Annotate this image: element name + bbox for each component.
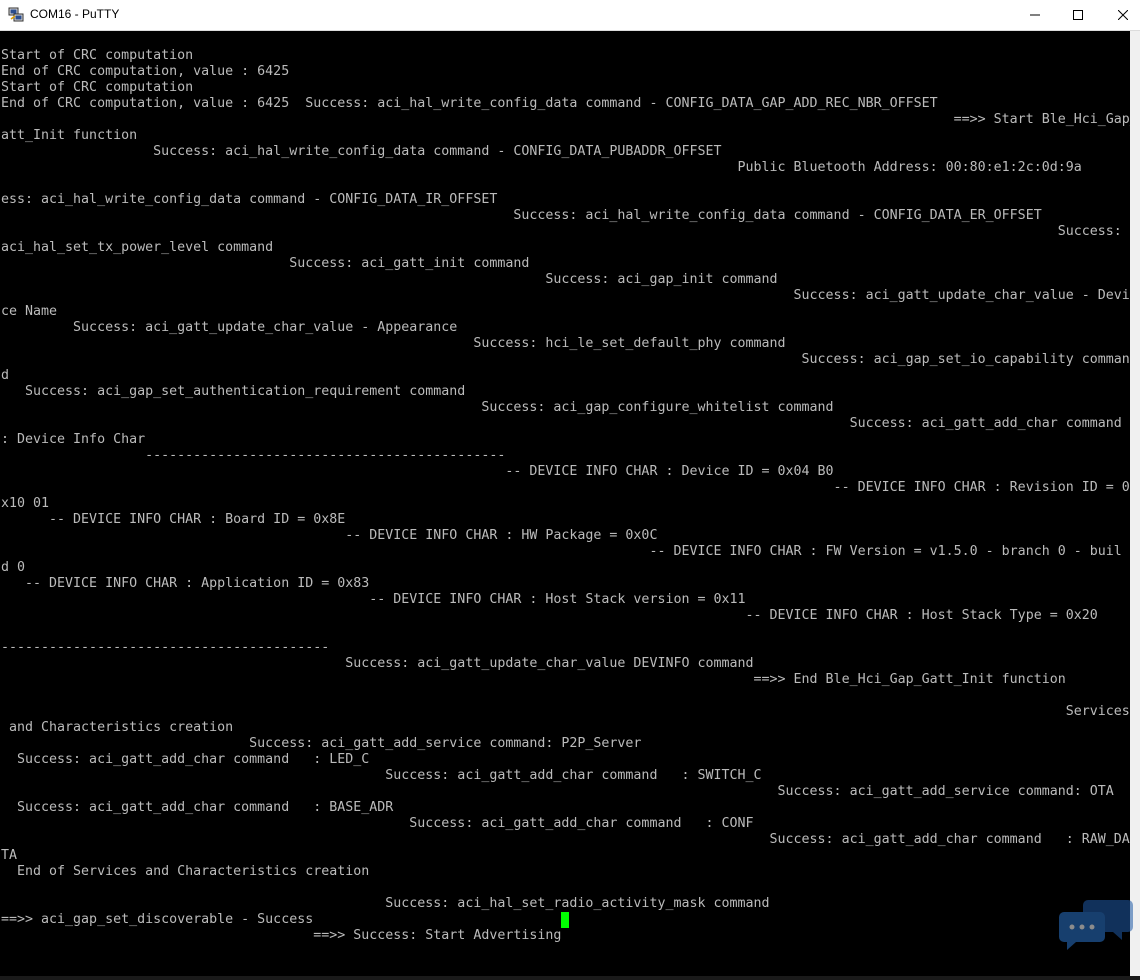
terminal-line: End of CRC computation, value : 6425 Suc… — [1, 96, 938, 111]
terminal-line: Success: aci_gatt_add_char command : CON… — [1, 816, 754, 831]
terminal-line: Success: hci_le_set_default_phy command — [1, 336, 786, 351]
terminal-output[interactable]: Start of CRC computation End of CRC compu… — [0, 31, 1130, 976]
title-bar[interactable]: COM16 - PuTTY — [0, 0, 1140, 31]
close-button[interactable] — [1100, 0, 1140, 30]
terminal-line: -- DEVICE INFO CHAR : FW Version = v1.5.… — [1, 544, 1122, 559]
terminal-line: Success: aci_gap_init command — [1, 272, 778, 287]
terminal-line: Success: aci_gap_set_authentication_requ… — [1, 384, 466, 399]
terminal-line: Success: aci_gatt_add_service command: P… — [1, 736, 642, 751]
terminal-line: End of CRC computation, value : 6425 — [1, 64, 290, 79]
terminal-line: ----------------------------------------… — [1, 640, 330, 655]
chat-bubble-watermark-icon — [1058, 896, 1134, 956]
terminal-line: ==>> Start Ble_Hci_Gap_G — [1, 112, 1130, 127]
terminal-line: d — [1, 368, 10, 383]
window-bottom-edge — [0, 976, 1140, 980]
terminal-line: -- DEVICE INFO CHAR : Device ID = 0x04 B… — [1, 464, 834, 479]
terminal-line: Success: aci_gatt_add_service command: O… — [1, 784, 1114, 799]
terminal-line: -- DEVICE INFO CHAR : HW Package = 0x0C — [1, 528, 658, 543]
terminal-line: Success: aci_hal_write_config_data comma… — [1, 144, 722, 159]
vertical-scrollbar[interactable] — [1130, 31, 1140, 976]
terminal-line: -- DEVICE INFO CHAR : Host Stack Type = … — [1, 608, 1098, 623]
terminal-line: ---- — [1, 624, 1131, 639]
terminal-line: Start of CRC computation — [1, 80, 194, 95]
terminal-line: ess: aci_hal_write_config_data command -… — [1, 192, 498, 207]
putty-computers-icon[interactable] — [8, 7, 24, 23]
terminal-line: ==>> End Ble_Hci_Gap_Gatt_Init function — [1, 672, 1066, 687]
terminal-line: -- DEVICE INFO CHAR : Application ID = 0… — [1, 576, 370, 591]
minimize-icon — [1030, 14, 1040, 16]
terminal-line: -- DEVICE INFO CHAR : Board ID = 0x8E — [1, 512, 346, 527]
terminal-line: ce Name — [1, 304, 58, 319]
terminal-line: Success: aci_gatt_add_char command : LED… — [1, 752, 370, 767]
terminal-line: ----------------------------------------… — [1, 448, 506, 463]
terminal-line: Succ — [1, 176, 1131, 191]
terminal-line: Success: aci_gap_configure_whitelist com… — [1, 400, 834, 415]
terminal-line: Success: aci_gap_set_io_capability comma… — [1, 352, 1130, 367]
terminal-line: Success: aci_gatt_add_char command : RAW… — [1, 832, 1130, 847]
terminal-line: Success: aci_gatt_update_char_value - Ap… — [1, 320, 458, 335]
terminal-line: Success: aci_gatt_add_char command : BAS… — [1, 800, 394, 815]
maximize-icon — [1073, 10, 1083, 20]
terminal-line: -- DEVICE INFO CHAR : Revision ID = 0 — [1, 480, 1130, 495]
terminal-line: Public Bluetooth Address: 00:80:e1:2c:0d… — [1, 160, 1082, 175]
terminal-line: x10 01 — [1, 496, 50, 511]
terminal-line: att_Init function — [1, 128, 138, 143]
terminal-line: aci_hal_set_tx_power_level command — [1, 240, 274, 255]
terminal-line: Success: aci_hal_set_radio_activity_mask… — [1, 896, 770, 911]
terminal-line: Success: aci_gatt_update_char_value DEVI… — [1, 656, 754, 671]
terminal-line: Success: aci_hal_write_config_data comma… — [1, 208, 1042, 223]
terminal-cursor — [561, 912, 569, 928]
terminal-line: Success: — [1, 224, 1130, 239]
terminal-line: -- DEVICE INFO CHAR : Host Stack version… — [1, 592, 746, 607]
terminal-line: Success: aci_gatt_add_char command : SWI… — [1, 768, 762, 783]
maximize-button[interactable] — [1055, 0, 1101, 30]
terminal-line: ==>> Success: Start Advertising — [1, 928, 562, 943]
terminal-line: Services — [1, 704, 1130, 719]
terminal-line: ==>> aci_gap_set_discoverable - Success — [1, 912, 314, 927]
putty-window: COM16 - PuTTY Start of CRC computation En… — [0, 0, 1140, 980]
minimize-button[interactable] — [1012, 0, 1058, 30]
terminal-line: Success: aci_gatt_init command — [1, 256, 530, 271]
window-title: COM16 - PuTTY — [30, 7, 120, 21]
terminal-line: and Characteristics creation — [1, 720, 234, 735]
terminal-line: Success: aci_gatt_update_char_value - De… — [1, 288, 1130, 303]
terminal-line: TA — [1, 848, 18, 863]
terminal-line: Start of CRC computation — [1, 48, 194, 63]
close-icon — [1118, 10, 1128, 20]
terminal-line: d 0 — [1, 560, 26, 575]
terminal-line: : Device Info Char — [1, 432, 146, 447]
terminal-line: Success: aci_gatt_add_char command — [1, 416, 1130, 431]
terminal-line: End of Services and Characteristics crea… — [1, 864, 370, 879]
